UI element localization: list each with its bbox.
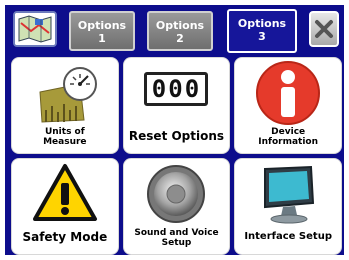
tab-options-1[interactable]: Options 1 bbox=[69, 11, 135, 51]
tab-options-2-label: Options bbox=[155, 19, 205, 32]
device-information-label: Device Information bbox=[237, 127, 339, 147]
counter-icon: 000 bbox=[144, 72, 209, 106]
tab-options-3-label: Options bbox=[237, 17, 287, 30]
tab-options-3[interactable]: Options 3 bbox=[227, 9, 297, 53]
interface-setup-button[interactable]: Interface Setup bbox=[234, 158, 342, 255]
counter-display: 000 bbox=[151, 75, 202, 103]
safety-mode-label: Safety Mode bbox=[22, 230, 108, 244]
tab-options-1-label: Options bbox=[77, 19, 127, 32]
units-of-measure-label: Units of Measure bbox=[14, 127, 116, 147]
reset-options-button[interactable]: 000 Reset Options bbox=[122, 57, 231, 154]
safety-mode-button[interactable]: Safety Mode bbox=[11, 158, 119, 255]
speaker-icon bbox=[147, 165, 206, 223]
device-information-button[interactable]: Device Information bbox=[234, 57, 342, 154]
units-line1: Units of bbox=[44, 127, 85, 137]
interface-setup-label: Interface Setup bbox=[244, 231, 332, 242]
tab-options-2[interactable]: Options 2 bbox=[147, 11, 213, 51]
reset-options-label: Reset Options bbox=[128, 129, 225, 143]
tab-options-1-number: 1 bbox=[98, 32, 106, 45]
sound-and-voice-setup-button[interactable]: Sound and Voice Setup bbox=[122, 158, 231, 255]
device-line1: Device bbox=[271, 127, 306, 137]
close-button[interactable] bbox=[309, 11, 339, 47]
info-icon bbox=[256, 61, 321, 125]
sound-and-voice-label: Sound and Voice Setup bbox=[126, 228, 228, 248]
units-line2: Measure bbox=[43, 137, 87, 147]
device-line2: Information bbox=[258, 137, 319, 147]
tab-options-3-number: 3 bbox=[258, 30, 266, 43]
gauge-icon bbox=[39, 67, 97, 123]
sound-line2: Setup bbox=[161, 238, 192, 248]
monitor-icon bbox=[264, 165, 315, 224]
warning-icon bbox=[32, 164, 97, 221]
map-icon[interactable] bbox=[13, 11, 57, 47]
close-icon bbox=[315, 20, 333, 38]
tab-bar: Options 1 Options 2 Options 3 bbox=[5, 5, 344, 55]
tab-options-2-number: 2 bbox=[176, 32, 184, 45]
options-grid: Units of Measure 000 Reset Options Devic… bbox=[11, 57, 342, 255]
sound-line1: Sound and Voice bbox=[134, 228, 219, 238]
options-panel: Options 1 Options 2 Options 3 Units of M… bbox=[3, 3, 346, 257]
units-of-measure-button[interactable]: Units of Measure bbox=[11, 57, 119, 154]
